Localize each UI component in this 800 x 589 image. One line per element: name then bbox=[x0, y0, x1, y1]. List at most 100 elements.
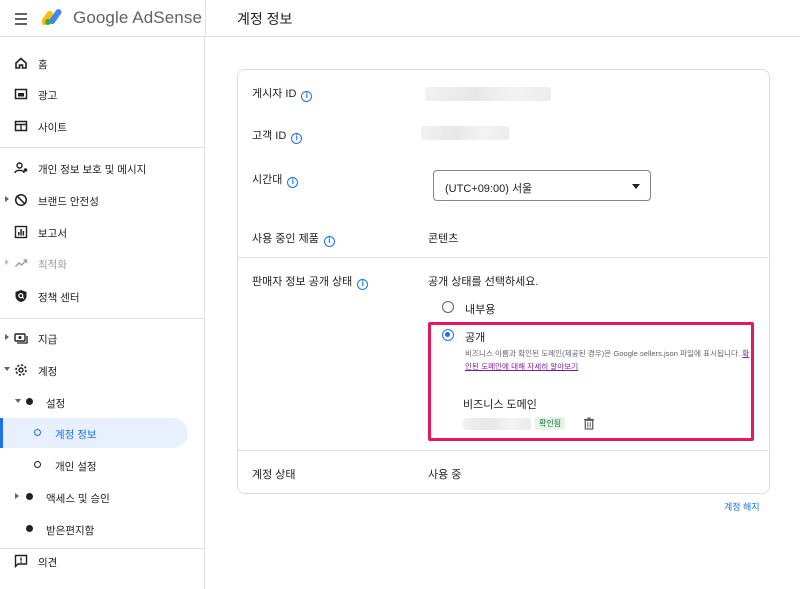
reports-icon bbox=[14, 225, 28, 239]
sidebar-item-label: 의견 bbox=[38, 557, 58, 569]
sidebar-item-account-info[interactable]: 계정 정보 bbox=[0, 418, 188, 448]
sidebar-item-label: 개인 설정 bbox=[55, 461, 97, 473]
info-icon[interactable]: i bbox=[323, 236, 335, 247]
sidebar-item-label: 계정 bbox=[38, 366, 58, 378]
sidebar-item-reports[interactable]: 보고서 bbox=[0, 217, 205, 247]
sidebar-item-sites[interactable]: 사이트 bbox=[0, 111, 205, 141]
sidebar-item-personal-settings[interactable]: 개인 설정 bbox=[0, 450, 205, 480]
trending-icon bbox=[15, 259, 28, 267]
bullet-icon bbox=[26, 398, 33, 405]
card-divider bbox=[238, 450, 769, 451]
customer-id-label: 고객 ID i bbox=[252, 127, 303, 144]
sidebar-item-label: 사이트 bbox=[38, 122, 67, 134]
ads-icon bbox=[14, 88, 28, 100]
sidebar-item-access-authorization[interactable]: 액세스 및 승인 bbox=[0, 482, 205, 512]
terminate-account-link[interactable]: 계정 해지 bbox=[724, 500, 760, 513]
expand-caret-icon[interactable] bbox=[5, 196, 9, 202]
radio-public-label[interactable]: 공개 bbox=[465, 329, 485, 345]
account-status-label: 계정 상태 bbox=[252, 469, 296, 481]
timezone-select[interactable]: (UTC+09:00) 서울 bbox=[433, 170, 651, 201]
publisher-id-value-redacted bbox=[425, 87, 551, 101]
top-app-bar: Google AdSense 계정 정보 bbox=[0, 0, 800, 37]
products-label-text: 사용 중인 제품 bbox=[252, 233, 319, 245]
sidebar-item-label: 받은편지함 bbox=[46, 525, 95, 537]
card-divider bbox=[238, 257, 769, 258]
customer-id-value-redacted bbox=[421, 126, 509, 140]
sidebar-item-ads[interactable]: 광고 bbox=[0, 79, 205, 109]
timezone-select-value: (UTC+09:00) 서울 bbox=[445, 183, 533, 195]
trash-icon[interactable] bbox=[583, 417, 595, 430]
public-description-text: 비즈니스 이름과 확인된 도메인(제공된 경우)은 Google sellers… bbox=[465, 349, 741, 358]
payments-icon bbox=[14, 333, 28, 344]
bullet-icon bbox=[26, 525, 33, 532]
home-icon bbox=[15, 57, 27, 69]
account-info-card: 게시자 ID i 고객 ID i 시간대 i (UTC+09:00) 서울 사용 중인… bbox=[237, 69, 770, 494]
expand-caret-icon[interactable] bbox=[5, 259, 9, 265]
seller-info-label-text: 판매자 정보 공개 상태 bbox=[252, 276, 353, 288]
bullet-ring-icon bbox=[34, 429, 41, 436]
bullet-icon bbox=[26, 493, 33, 500]
sidebar: 홈 광고 사이트 개인 정보 보호 및 메시지 브랜드 안전성 보고서 최적화 … bbox=[0, 37, 205, 589]
sidebar-item-label: 설정 bbox=[46, 398, 66, 410]
sidebar-item-label: 보고서 bbox=[38, 228, 67, 240]
policy-shield-icon bbox=[15, 290, 27, 302]
collapse-caret-icon[interactable] bbox=[4, 367, 10, 371]
sidebar-item-label: 계정 정보 bbox=[55, 429, 97, 441]
sidebar-item-feedback[interactable]: 의견 bbox=[0, 546, 205, 576]
timezone-label-text: 시간대 bbox=[252, 174, 283, 186]
info-icon[interactable]: i bbox=[287, 177, 299, 188]
sidebar-item-optimization[interactable]: 최적화 bbox=[0, 248, 205, 278]
sidebar-item-brand-safety[interactable]: 브랜드 안전성 bbox=[0, 185, 205, 215]
account-status-value: 사용 중 bbox=[428, 469, 462, 481]
sidebar-item-privacy-messaging[interactable]: 개인 정보 보호 및 메시지 bbox=[0, 153, 205, 183]
menu-icon[interactable] bbox=[13, 10, 31, 28]
header-divider bbox=[205, 0, 206, 37]
products-value: 콘텐츠 bbox=[428, 233, 459, 245]
customer-id-label-text: 고객 ID bbox=[252, 130, 287, 142]
sidebar-item-label: 정책 센터 bbox=[38, 292, 80, 304]
sidebar-item-home[interactable]: 홈 bbox=[0, 48, 205, 78]
sidebar-item-label: 개인 정보 보호 및 메시지 bbox=[38, 164, 147, 176]
sidebar-divider bbox=[0, 318, 205, 319]
sidebar-item-label: 지급 bbox=[38, 334, 58, 346]
publisher-id-label: 게시자 ID i bbox=[252, 85, 313, 102]
sidebar-item-label: 액세스 및 승인 bbox=[46, 493, 110, 505]
timezone-label: 시간대 i bbox=[252, 171, 299, 188]
radio-public[interactable] bbox=[442, 329, 454, 341]
sidebar-item-payments[interactable]: 지급 bbox=[0, 323, 205, 353]
bullet-ring-icon bbox=[34, 461, 41, 468]
sidebar-item-label: 홈 bbox=[38, 59, 48, 71]
seller-visibility-prompt: 공개 상태를 선택하세요. bbox=[428, 276, 539, 288]
products-label: 사용 중인 제품 i bbox=[252, 230, 335, 247]
business-domain-redacted bbox=[463, 418, 531, 430]
seller-info-label: 판매자 정보 공개 상태 i bbox=[252, 273, 369, 290]
radio-internal[interactable] bbox=[442, 301, 454, 313]
privacy-messaging-icon bbox=[14, 162, 28, 174]
public-description: 비즈니스 이름과 확인된 도메인(제공된 경우)은 Google sellers… bbox=[465, 347, 755, 373]
info-icon[interactable]: i bbox=[291, 133, 303, 144]
adsense-logo bbox=[42, 9, 62, 26]
brand-name: Google AdSense bbox=[73, 8, 202, 27]
sidebar-item-settings[interactable]: 설정 bbox=[0, 387, 205, 417]
sidebar-item-label: 최적화 bbox=[38, 259, 67, 271]
business-domain-label: 비즈니스 도메인 bbox=[463, 399, 537, 411]
radio-internal-label[interactable]: 내부용 bbox=[465, 301, 495, 317]
page-title: 계정 정보 bbox=[237, 11, 293, 27]
verified-badge: 확인됨 bbox=[535, 417, 566, 430]
info-icon[interactable]: i bbox=[357, 279, 369, 290]
collapse-caret-icon[interactable] bbox=[15, 399, 21, 403]
info-icon[interactable]: i bbox=[301, 91, 313, 102]
sidebar-item-policy-center[interactable]: 정책 센터 bbox=[0, 281, 205, 311]
sidebar-item-account[interactable]: 계정 bbox=[0, 355, 205, 385]
active-indicator bbox=[0, 418, 3, 448]
expand-caret-icon[interactable] bbox=[15, 493, 19, 499]
sidebar-item-label: 브랜드 안전성 bbox=[38, 196, 99, 208]
block-icon bbox=[14, 193, 28, 207]
publisher-id-label-text: 게시자 ID bbox=[252, 88, 297, 100]
gear-icon bbox=[15, 364, 27, 376]
sidebar-item-inbox[interactable]: 받은편지함 bbox=[0, 514, 205, 544]
expand-caret-icon[interactable] bbox=[5, 334, 9, 340]
sites-icon bbox=[14, 120, 28, 132]
sidebar-divider bbox=[0, 147, 205, 148]
feedback-icon bbox=[14, 554, 28, 568]
